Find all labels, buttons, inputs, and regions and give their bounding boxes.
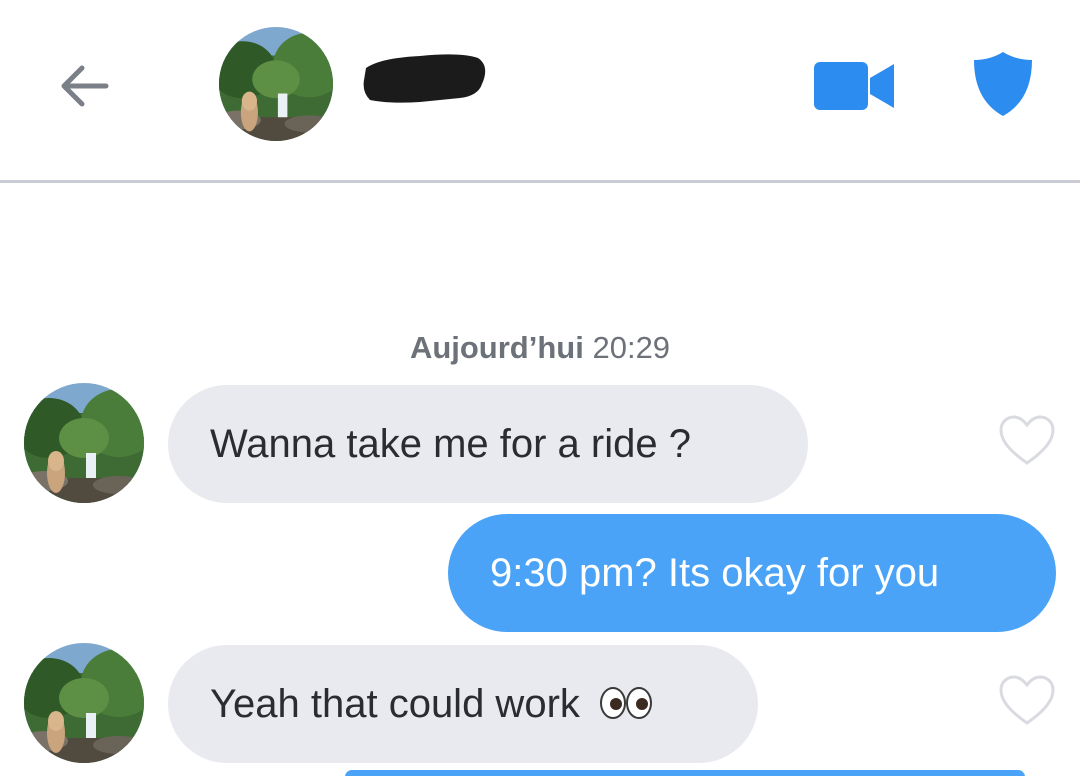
sender-avatar[interactable]: [24, 383, 144, 503]
message-bubble-sent[interactable]: 9:30 pm? Its okay for you: [448, 514, 1056, 632]
timestamp-time: 20:29: [592, 330, 671, 365]
contact-avatar[interactable]: [219, 27, 333, 141]
message-bubble-received[interactable]: Yeah that could work: [168, 645, 758, 763]
shield-icon: [974, 52, 1032, 116]
avatar-photo: [219, 27, 333, 141]
like-message-button[interactable]: [997, 673, 1057, 729]
message-text: Wanna take me for a ride ?: [210, 422, 691, 466]
video-camera-icon: [814, 62, 894, 110]
heart-outline-icon: [999, 415, 1055, 465]
back-button[interactable]: [52, 54, 116, 118]
contact-name-redacted: [360, 44, 488, 106]
chat-screen: Aujourd’hui 20:29 Wanna take me for a ri…: [0, 0, 1080, 776]
safety-button[interactable]: [970, 50, 1036, 118]
conversation-timestamp: Aujourd’hui 20:29: [0, 330, 1080, 366]
video-call-button[interactable]: [812, 56, 898, 116]
avatar-photo: [24, 643, 144, 763]
header-divider: [0, 180, 1080, 183]
back-arrow-icon: [61, 65, 109, 107]
message-bubble-sent-partial: [345, 770, 1025, 776]
timestamp-day: Aujourd’hui: [409, 330, 584, 365]
message-bubble-received[interactable]: Wanna take me for a ride ?: [168, 385, 808, 503]
like-message-button[interactable]: [997, 413, 1057, 469]
sender-avatar[interactable]: [24, 643, 144, 763]
message-text: Yeah that could work: [210, 682, 580, 726]
eyes-emoji-icon: [600, 687, 653, 720]
chat-header: [0, 0, 1080, 180]
heart-outline-icon: [999, 675, 1055, 725]
avatar-photo: [24, 383, 144, 503]
message-text: 9:30 pm? Its okay for you: [490, 551, 940, 595]
